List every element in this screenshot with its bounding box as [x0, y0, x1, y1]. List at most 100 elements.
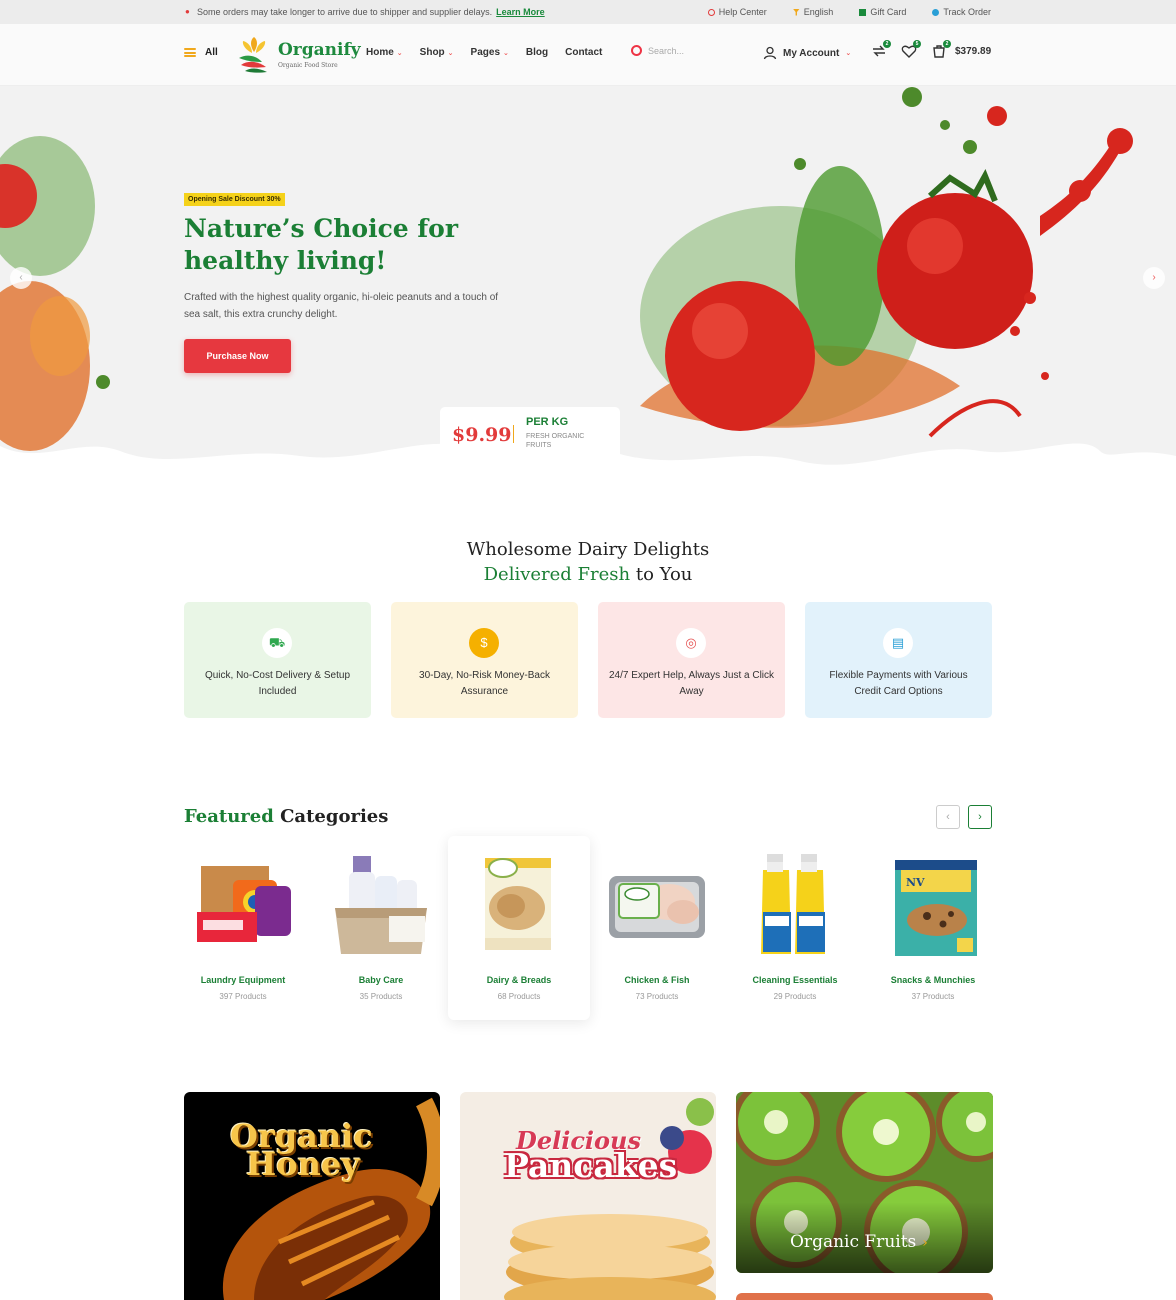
feature-card-support: ◎ 24/7 Expert Help, Always Just a Click …	[598, 602, 785, 718]
section-heading-line1: Wholesome Dairy Delights	[466, 539, 710, 560]
chevron-down-icon: ⌄	[845, 50, 852, 57]
language-selector[interactable]: English	[792, 7, 834, 17]
hero-prev-button[interactable]: ‹	[10, 267, 32, 289]
gift-icon	[859, 8, 867, 16]
price-card: $9.99 PER KG FRESH ORGANIC FRUITS	[440, 407, 620, 467]
hamburger-icon	[184, 48, 196, 57]
track-order-label: Track Order	[943, 7, 991, 17]
category-name: Laundry Equipment	[200, 975, 286, 985]
wishlist-button[interactable]: 5	[901, 40, 921, 59]
nav-contact[interactable]: Contact	[565, 47, 602, 58]
category-card-snacks[interactable]: NV Snacks & Munchies 37 Products	[864, 836, 1002, 1020]
my-account-menu[interactable]: My Account ⌄	[763, 46, 851, 60]
category-carousel-nav: ‹ ›	[936, 805, 992, 829]
featured-title-rest: Categories	[273, 806, 389, 827]
feature-text: Flexible Payments with Various Credit Ca…	[829, 670, 968, 697]
logo-tagline: Organic Food Store	[278, 61, 338, 69]
category-card-laundry[interactable]: Laundry Equipment 397 Products	[174, 836, 312, 1020]
sale-badge: Opening Sale Discount 30%	[184, 193, 285, 206]
category-card-chicken-fish[interactable]: Chicken & Fish 73 Products	[588, 836, 726, 1020]
banner-organic-fruits[interactable]: Organic Fruits ›	[736, 1092, 993, 1273]
search-input[interactable]: Search...	[631, 45, 684, 56]
cart-count: 2	[943, 40, 951, 48]
track-order-link[interactable]: Track Order	[932, 7, 991, 17]
gift-card-label: Gift Card	[870, 7, 907, 17]
feature-card-money-back: $ 30-Day, No-Risk Money-Back Assurance	[391, 602, 578, 718]
feature-text: 30-Day, No-Risk Money-Back Assurance	[419, 670, 550, 697]
section-heading: Wholesome Dairy Delights Delivered Fresh…	[0, 537, 1176, 587]
site-logo[interactable]: Organify Organic Food Store	[236, 36, 361, 74]
banner-organic-honey[interactable]: Organic Honey	[184, 1092, 440, 1300]
chevron-down-icon: ⌄	[503, 50, 509, 57]
compare-button[interactable]: 2	[871, 40, 891, 59]
help-center-link[interactable]: Help Center	[707, 7, 767, 17]
nav-pages[interactable]: Pages ⌄	[471, 47, 509, 58]
nav-blog[interactable]: Blog	[526, 47, 548, 58]
support-icon: ◎	[676, 628, 706, 658]
compare-count: 2	[883, 40, 891, 48]
chevron-down-icon: ⌄	[447, 50, 454, 57]
category-count: 29 Products	[773, 992, 817, 1001]
hero-title: Nature’s Choice for healthy living!	[184, 214, 459, 275]
announcement-bar: ● Some orders may take longer to arrive …	[0, 0, 1176, 24]
learn-more-link[interactable]: Learn More	[496, 7, 545, 17]
category-name: Cleaning Essentials	[752, 975, 838, 985]
nav-shop[interactable]: Shop ⌄	[420, 47, 454, 58]
feature-card-delivery: ⛟ Quick, No-Cost Delivery & Setup Includ…	[184, 602, 371, 718]
gift-card-link[interactable]: Gift Card	[859, 7, 906, 17]
fruits-title-text: Organic Fruits	[790, 1232, 917, 1252]
wishlist-count: 5	[913, 40, 921, 48]
language-label: English	[803, 7, 834, 17]
category-count: 397 Products	[219, 992, 267, 1001]
purchase-now-button[interactable]: Purchase Now	[184, 339, 291, 373]
cart-button[interactable]: 2	[931, 40, 951, 59]
hero-banner: Opening Sale Discount 30% Nature’s Choic…	[0, 86, 1176, 526]
category-next-button[interactable]: ›	[968, 805, 992, 829]
pancakes-title-line2: Pancakes	[504, 1146, 678, 1185]
section-heading-green: Delivered Fresh	[483, 564, 631, 585]
user-icon	[763, 46, 777, 60]
chevron-right-icon: ›	[922, 1235, 928, 1251]
category-name: Snacks & Munchies	[890, 975, 976, 985]
account-label: My Account	[783, 47, 840, 59]
baby-care-product-image	[335, 856, 427, 954]
all-label: All	[205, 47, 218, 58]
svg-text:NV: NV	[906, 876, 925, 889]
feature-card-payments: ▤ Flexible Payments with Various Credit …	[805, 602, 992, 718]
feature-text: 24/7 Expert Help, Always Just a Click Aw…	[608, 670, 775, 697]
laundry-product-image	[197, 866, 291, 942]
price-unit: PER KG	[526, 416, 569, 428]
honey-title: Organic Honey	[230, 1120, 373, 1180]
fruits-title: Organic Fruits ›	[790, 1232, 928, 1252]
banner-delicious-pancakes[interactable]: Delicious Pancakes	[460, 1092, 716, 1300]
announcement: ● Some orders may take longer to arrive …	[185, 7, 545, 17]
feature-cards: ⛟ Quick, No-Cost Delivery & Setup Includ…	[184, 602, 992, 718]
chevron-down-icon: ⌄	[396, 50, 403, 57]
help-center-label: Help Center	[718, 7, 767, 17]
language-icon	[792, 8, 800, 16]
hero-next-button[interactable]: ›	[1143, 267, 1165, 289]
featured-categories-title: Featured Categories	[184, 806, 388, 827]
category-count: 37 Products	[911, 992, 955, 1001]
dollar-icon: $	[469, 628, 499, 658]
banner-next-partial[interactable]	[736, 1293, 993, 1300]
category-card-cleaning[interactable]: Cleaning Essentials 29 Products	[726, 836, 864, 1020]
search-placeholder: Search...	[648, 45, 685, 56]
section-heading-rest: to You	[630, 564, 693, 585]
category-prev-button[interactable]: ‹	[936, 805, 960, 829]
dairy-breads-product-image	[485, 858, 551, 950]
nav-home[interactable]: Home ⌄	[366, 47, 403, 58]
main-nav: Home ⌄ Shop ⌄ Pages ⌄ Blog Contact	[366, 47, 602, 58]
track-icon	[932, 8, 940, 16]
cart-total[interactable]: $379.89	[955, 46, 991, 57]
category-count: 35 Products	[359, 992, 403, 1001]
all-categories-button[interactable]: All	[184, 47, 218, 58]
feature-text: Quick, No-Cost Delivery & Setup Included	[204, 670, 351, 697]
truck-icon: ⛟	[262, 628, 292, 658]
category-card-baby-care[interactable]: Baby Care 35 Products	[312, 836, 450, 1020]
announcement-text: Some orders may take longer to arrive du…	[197, 7, 493, 17]
category-card-dairy-breads[interactable]: Dairy & Breads 68 Products	[448, 836, 590, 1020]
category-count: 68 Products	[497, 992, 541, 1001]
logo-icon	[239, 37, 267, 73]
credit-card-icon: ▤	[883, 628, 913, 658]
